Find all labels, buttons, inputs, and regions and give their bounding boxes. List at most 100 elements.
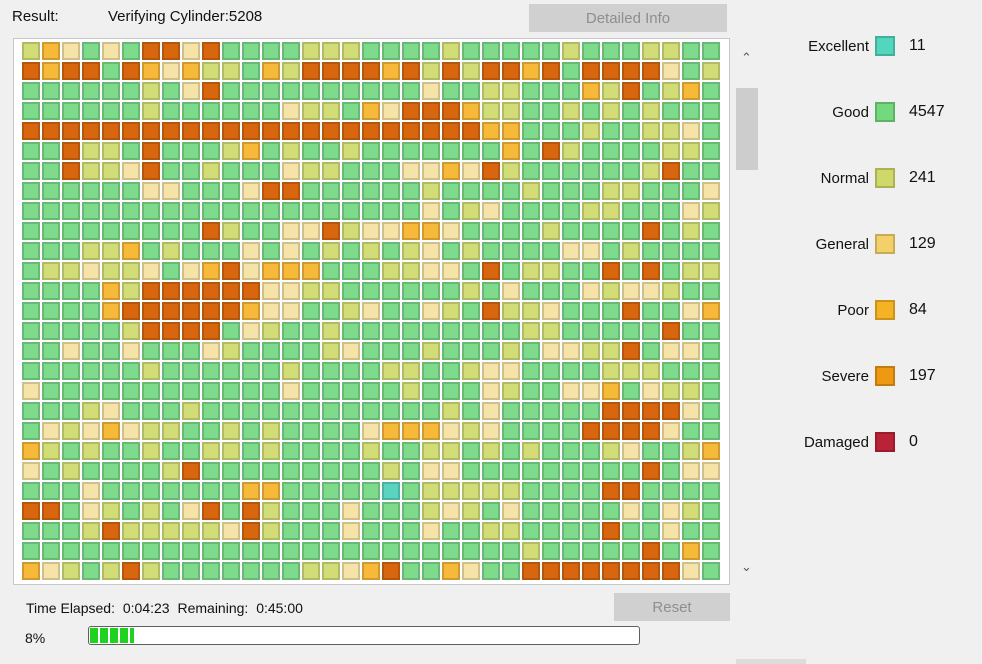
grid-cell[interactable] [242,542,260,560]
grid-cell[interactable] [622,322,640,340]
grid-cell[interactable] [402,522,420,540]
grid-cell[interactable] [142,522,160,540]
grid-cell[interactable] [642,262,660,280]
grid-cell[interactable] [662,542,680,560]
grid-cell[interactable] [122,302,140,320]
grid-cell[interactable] [422,242,440,260]
grid-cell[interactable] [22,62,40,80]
grid-cell[interactable] [562,82,580,100]
grid-cell[interactable] [262,382,280,400]
grid-cell[interactable] [462,222,480,240]
grid-cell[interactable] [562,282,580,300]
grid-cell[interactable] [282,382,300,400]
grid-cell[interactable] [42,182,60,200]
grid-cell[interactable] [282,522,300,540]
grid-cell[interactable] [622,222,640,240]
grid-cell[interactable] [462,482,480,500]
grid-cell[interactable] [382,102,400,120]
grid-cell[interactable] [82,182,100,200]
grid-cell[interactable] [642,502,660,520]
grid-cell[interactable] [82,422,100,440]
grid-cell[interactable] [382,362,400,380]
grid-cell[interactable] [342,322,360,340]
grid-cell[interactable] [522,562,540,580]
chevron-down-icon[interactable]: ⌄ [733,555,760,577]
grid-cell[interactable] [702,442,720,460]
grid-cell[interactable] [22,222,40,240]
grid-cell[interactable] [662,202,680,220]
grid-cell[interactable] [342,342,360,360]
grid-cell[interactable] [642,322,660,340]
grid-cell[interactable] [582,342,600,360]
grid-cell[interactable] [182,382,200,400]
grid-cell[interactable] [422,102,440,120]
grid-cell[interactable] [222,242,240,260]
grid-cell[interactable] [702,242,720,260]
grid-cell[interactable] [682,282,700,300]
grid-cell[interactable] [682,122,700,140]
grid-cell[interactable] [422,322,440,340]
grid-cell[interactable] [622,462,640,480]
grid-cell[interactable] [182,542,200,560]
grid-cell[interactable] [202,62,220,80]
grid-cell[interactable] [482,122,500,140]
grid-cell[interactable] [502,322,520,340]
grid-cell[interactable] [102,82,120,100]
grid-cell[interactable] [422,162,440,180]
grid-cell[interactable] [702,502,720,520]
grid-cell[interactable] [362,462,380,480]
grid-cell[interactable] [622,402,640,420]
grid-cell[interactable] [362,202,380,220]
grid-cell[interactable] [402,42,420,60]
grid-cell[interactable] [622,522,640,540]
grid-cell[interactable] [182,242,200,260]
grid-cell[interactable] [622,482,640,500]
grid-cell[interactable] [622,342,640,360]
grid-cell[interactable] [302,302,320,320]
grid-cell[interactable] [42,102,60,120]
grid-cell[interactable] [142,182,160,200]
grid-cell[interactable] [702,122,720,140]
grid-cell[interactable] [682,342,700,360]
grid-cell[interactable] [22,142,40,160]
grid-cell[interactable] [642,182,660,200]
grid-cell[interactable] [262,462,280,480]
grid-cell[interactable] [522,302,540,320]
grid-cell[interactable] [322,482,340,500]
grid-cell[interactable] [562,562,580,580]
grid-cell[interactable] [602,362,620,380]
grid-cell[interactable] [22,102,40,120]
grid-cell[interactable] [602,162,620,180]
grid-cell[interactable] [682,242,700,260]
grid-cell[interactable] [322,382,340,400]
grid-cell[interactable] [62,202,80,220]
grid-cell[interactable] [322,202,340,220]
grid-cell[interactable] [442,302,460,320]
grid-cell[interactable] [482,262,500,280]
grid-cell[interactable] [642,542,660,560]
grid-cell[interactable] [602,262,620,280]
grid-cell[interactable] [502,102,520,120]
grid-cell[interactable] [62,182,80,200]
grid-cell[interactable] [482,182,500,200]
grid-cell[interactable] [462,102,480,120]
grid-cell[interactable] [682,42,700,60]
grid-cell[interactable] [482,162,500,180]
grid-cell[interactable] [502,342,520,360]
grid-cell[interactable] [42,282,60,300]
grid-cell[interactable] [22,462,40,480]
grid-cell[interactable] [682,542,700,560]
grid-cell[interactable] [82,202,100,220]
grid-cell[interactable] [582,482,600,500]
grid-cell[interactable] [502,522,520,540]
grid-cell[interactable] [582,422,600,440]
grid-cell[interactable] [362,562,380,580]
grid-cell[interactable] [642,282,660,300]
grid-cell[interactable] [22,282,40,300]
grid-cell[interactable] [142,362,160,380]
grid-cell[interactable] [482,502,500,520]
grid-cell[interactable] [142,502,160,520]
grid-cell[interactable] [202,82,220,100]
grid-cell[interactable] [82,242,100,260]
grid-cell[interactable] [342,302,360,320]
